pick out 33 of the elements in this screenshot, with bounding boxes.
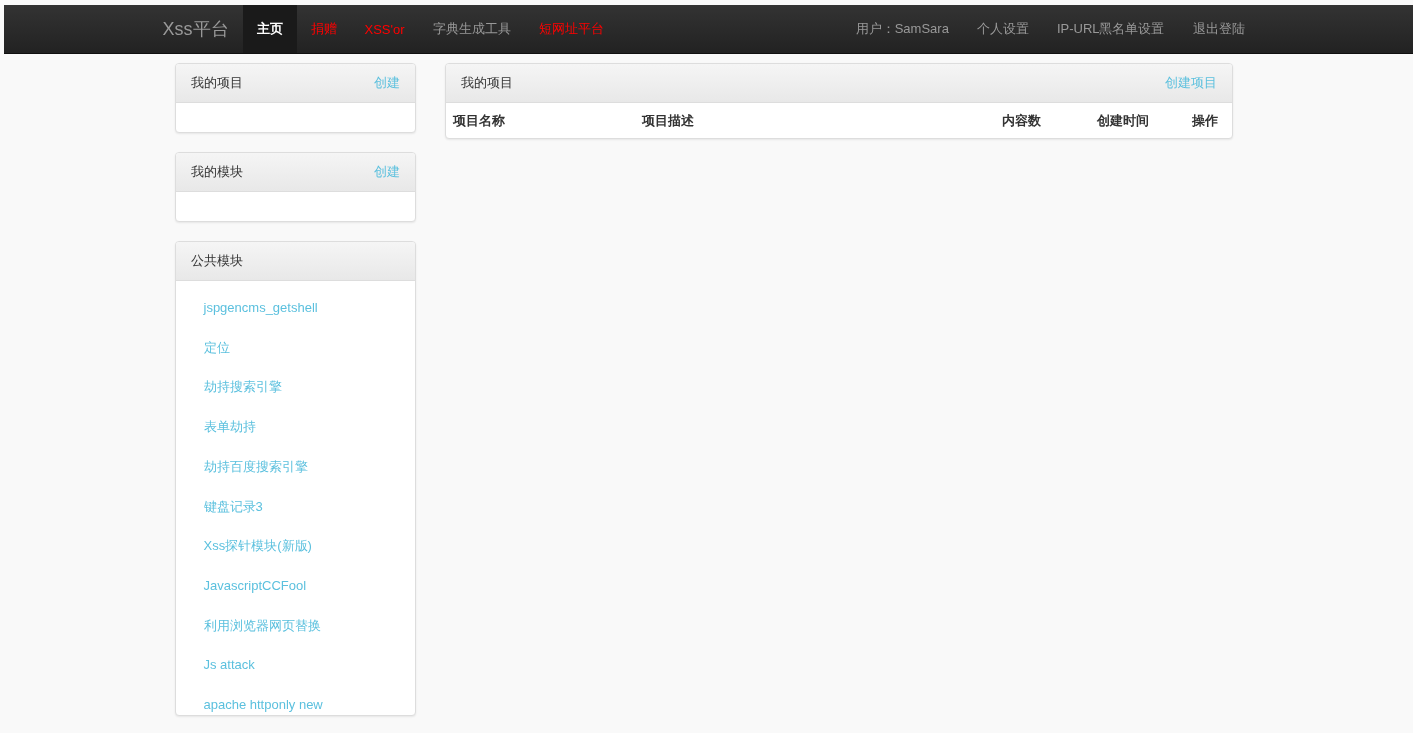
create-link[interactable]: 创建 xyxy=(373,74,400,92)
create-link[interactable]: 创建 xyxy=(373,163,400,181)
nav-link[interactable]: 退出登陆 xyxy=(1178,5,1259,53)
nav-link[interactable]: 用户：SamSara xyxy=(841,5,963,53)
nav-link[interactable]: 捐赠 xyxy=(296,5,351,53)
module-link[interactable]: JavascriptCCFool xyxy=(203,576,307,596)
module-link[interactable]: Xss探针模块(新版) xyxy=(203,537,312,556)
panel-title: 我的模块 xyxy=(190,163,243,181)
nav-link[interactable]: 短网址平台 xyxy=(524,5,618,53)
module-link[interactable]: 定位 xyxy=(203,338,230,358)
column-header: 内容数 xyxy=(1001,111,1042,130)
column-header: 项目名称 xyxy=(452,111,506,130)
nav-link[interactable]: XSS'or xyxy=(350,5,419,53)
panel-title: 公共模块 xyxy=(190,252,243,270)
module-link[interactable]: 键盘记录3 xyxy=(203,497,263,517)
module-link[interactable]: jspgencms_getshell xyxy=(203,299,318,318)
column-header: 创建时间 xyxy=(1096,111,1150,130)
module-link[interactable]: 利用浏览器网页替换 xyxy=(203,616,321,636)
panel-title: 我的项目 xyxy=(460,74,513,92)
module-link[interactable]: 表单劫持 xyxy=(203,418,256,437)
brand-link[interactable]: Xss平台 xyxy=(162,5,243,53)
nav-link[interactable]: 主页 xyxy=(242,5,297,53)
panel-title: 我的项目 xyxy=(190,74,243,92)
module-link[interactable]: Js attack xyxy=(203,656,255,676)
column-header: 操作 xyxy=(1191,111,1218,130)
nav-link[interactable]: IP-URL黑名单设置 xyxy=(1042,5,1179,53)
module-link[interactable]: apache httponly new xyxy=(203,696,323,715)
create-project-link[interactable]: 创建项目 xyxy=(1164,74,1217,92)
module-link[interactable]: 劫持搜索引擎 xyxy=(203,378,282,398)
nav-link[interactable]: 个人设置 xyxy=(962,5,1043,53)
column-header: 项目描述 xyxy=(641,111,695,130)
module-link[interactable]: 劫持百度搜索引擎 xyxy=(203,457,308,477)
nav-link[interactable]: 字典生成工具 xyxy=(418,5,525,53)
